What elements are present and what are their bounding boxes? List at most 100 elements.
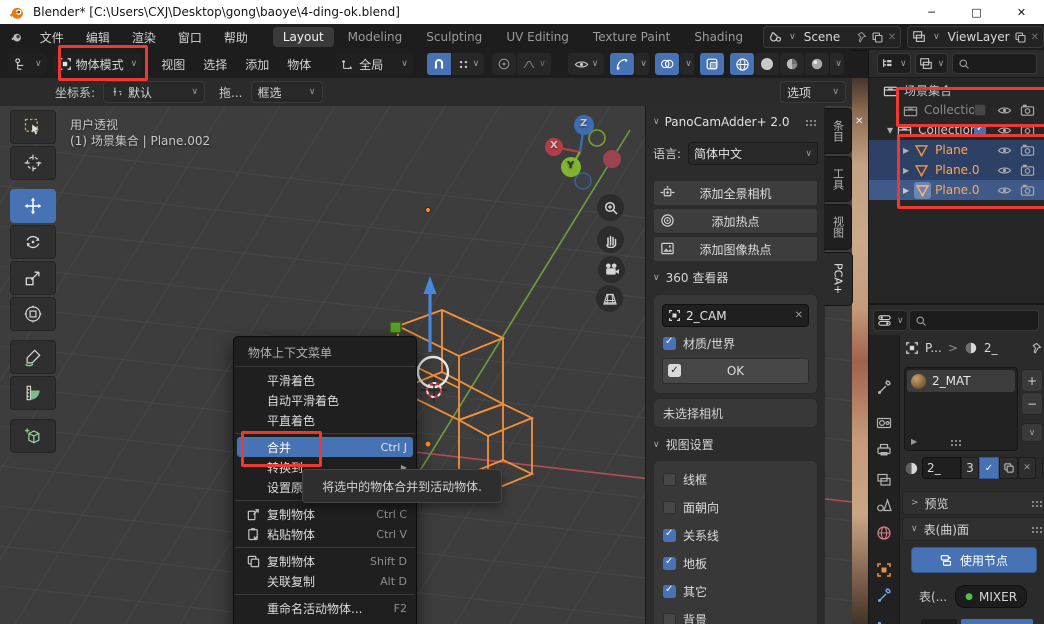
pan-button[interactable] [597, 226, 624, 253]
coordinate-dropdown[interactable]: 默认 ∨ [103, 81, 205, 103]
tool-cursor[interactable] [10, 146, 56, 180]
hide-eye-icon[interactable] [997, 103, 1012, 118]
menu-select[interactable]: 选择 [194, 56, 236, 73]
tab-object-icon[interactable] [876, 562, 892, 578]
disable-render-camera-icon[interactable] [1020, 123, 1035, 138]
menu-help[interactable]: 帮助 [213, 29, 259, 46]
shading-rendered-button[interactable] [805, 53, 829, 75]
menu-item-paste-objects[interactable]: 粘贴物体 Ctrl V [234, 524, 416, 544]
menu-item-shade-flat[interactable]: 平直着色 [234, 410, 416, 430]
tab-particles-icon[interactable] [876, 620, 892, 624]
background-checkbox[interactable] [663, 613, 676, 624]
add-hotspot-button[interactable]: 添加热点 [653, 208, 818, 234]
menu-render[interactable]: 渲染 [121, 29, 167, 46]
proportional-editing-toggle[interactable] [492, 53, 516, 75]
snap-toggle[interactable] [427, 53, 451, 75]
blender-menu-icon[interactable] [10, 28, 23, 46]
shading-material-button[interactable] [780, 53, 804, 75]
tool-annotate[interactable] [10, 340, 56, 374]
overlays-toggle[interactable] [655, 53, 679, 75]
drag-mode-dropdown[interactable]: 框选 ∨ [251, 81, 323, 103]
option-other[interactable]: 其它 [663, 583, 707, 600]
tab-render-icon[interactable] [876, 415, 892, 431]
outliner-row-plane[interactable]: ▶ Plane [869, 140, 1044, 160]
tab-modeling[interactable]: Modeling [338, 27, 413, 47]
sidebar-tab-pca[interactable]: PCA+ [823, 252, 853, 306]
viewer-section-header[interactable]: ∨ 360 查看器 [653, 269, 818, 286]
surface-panel-header[interactable]: ∨ 表(曲)面 [902, 517, 1044, 541]
tool-rotate[interactable] [10, 225, 56, 259]
menu-view[interactable]: 视图 [152, 56, 194, 73]
disclosure-closed-icon[interactable]: ▶ [903, 146, 909, 155]
zoom-button[interactable] [597, 194, 624, 221]
ortho-toggle-button[interactable] [596, 285, 623, 312]
use-nodes-button[interactable]: 使用节点 [911, 547, 1037, 573]
material-slot-list[interactable]: 2_MAT ▶ [904, 367, 1018, 451]
drag-handle-icon[interactable] [805, 119, 818, 126]
scene-selector[interactable]: ∨ Scene ✕ [763, 26, 901, 48]
drag-handle-icon[interactable] [1031, 526, 1044, 533]
tool-add-cube[interactable] [10, 419, 56, 453]
disclosure-closed-icon[interactable]: ▶ [903, 166, 909, 175]
drag-handle-icon[interactable] [950, 439, 963, 446]
addon-panel-header[interactable]: ∨ PanoCamAdder+ 2.0 [653, 115, 818, 129]
outliner-search-input[interactable] [952, 53, 1037, 74]
remove-view-layer-icon[interactable]: ✕ [1031, 32, 1039, 43]
disclosure-closed-icon[interactable]: ▶ [903, 186, 909, 195]
tab-uv-editing[interactable]: UV Editing [496, 27, 579, 47]
snap-target-dropdown[interactable]: ∨ [452, 53, 484, 75]
other-checkbox[interactable] [663, 585, 676, 598]
menu-item-shade-smooth[interactable]: 平滑着色 [234, 370, 416, 390]
wireframe-checkbox[interactable] [663, 473, 676, 486]
option-wireframe[interactable]: 线框 [663, 471, 707, 488]
relationship-lines-checkbox[interactable] [663, 529, 676, 542]
ok-checkbox[interactable]: ✓ [668, 364, 681, 377]
add-slot-button[interactable]: + [1021, 369, 1043, 392]
disable-render-camera-icon[interactable] [1020, 103, 1035, 118]
menu-item-copy-objects[interactable]: 复制物体 Ctrl C [234, 504, 416, 524]
remove-slot-button[interactable]: − [1021, 392, 1043, 415]
tab-texture-paint[interactable]: Texture Paint [583, 27, 680, 47]
add-image-hotspot-button[interactable]: 添加图像热点 [653, 236, 818, 262]
outliner-display-mode-dropdown[interactable]: ∨ [877, 53, 911, 74]
menu-add[interactable]: 添加 [236, 56, 278, 73]
material-world-checkbox[interactable] [663, 337, 676, 350]
tool-move[interactable] [10, 189, 56, 223]
menu-item-rename-active[interactable]: 重命名活动物体... F2 [234, 598, 416, 618]
view-layer-selector[interactable]: ∨ ViewLayer ✕ [907, 26, 1044, 48]
tab-layout[interactable]: Layout [273, 27, 334, 47]
sidebar-tab-view[interactable]: 视图 [824, 204, 852, 250]
outliner-row-collection-excluded[interactable]: Collection [869, 100, 1044, 120]
disable-render-camera-icon[interactable] [1020, 163, 1035, 178]
sidebar-tab-item[interactable]: 条目 [824, 108, 852, 154]
new-view-layer-icon[interactable] [1014, 31, 1027, 44]
outliner-filter-dropdown[interactable]: ∨ [915, 53, 949, 74]
tab-shading[interactable]: Shading [684, 27, 753, 47]
add-pano-camera-button[interactable]: 添加全景相机 [653, 180, 818, 206]
properties-search-input[interactable] [909, 310, 1039, 331]
tool-measure[interactable] [10, 376, 56, 410]
shading-solid-button[interactable] [755, 53, 779, 75]
hide-eye-icon[interactable] [997, 143, 1012, 158]
menu-item-join[interactable]: 合并 Ctrl J [237, 437, 413, 457]
clear-camera-icon[interactable]: ✕ [795, 310, 803, 321]
users-count-button[interactable]: 3 [961, 457, 979, 479]
view-settings-header[interactable]: ∨ 视图设置 [653, 436, 818, 453]
hide-eye-icon[interactable] [997, 163, 1012, 178]
new-scene-icon[interactable] [871, 31, 884, 44]
include-checkbox[interactable] [974, 124, 986, 136]
menu-window[interactable]: 窗口 [167, 29, 213, 46]
option-face-orientation[interactable]: 面朝向 [663, 499, 719, 516]
material-name-field[interactable]: 2_ [922, 457, 961, 479]
menu-edit[interactable]: 编辑 [75, 29, 121, 46]
tool-transform[interactable] [10, 297, 56, 331]
face-orientation-checkbox[interactable] [663, 501, 676, 514]
close-button[interactable]: ✕ [999, 0, 1044, 24]
menu-item-duplicate-objects[interactable]: 复制物体 Shift D [234, 551, 416, 571]
new-material-button[interactable] [999, 457, 1018, 479]
xray-toggle[interactable] [700, 53, 724, 75]
outliner-row-plane-001[interactable]: ▶ Plane.0 [869, 160, 1044, 180]
scene-name[interactable]: Scene [800, 30, 850, 44]
hide-eye-icon[interactable] [997, 123, 1012, 138]
tab-world-icon[interactable] [876, 525, 892, 541]
